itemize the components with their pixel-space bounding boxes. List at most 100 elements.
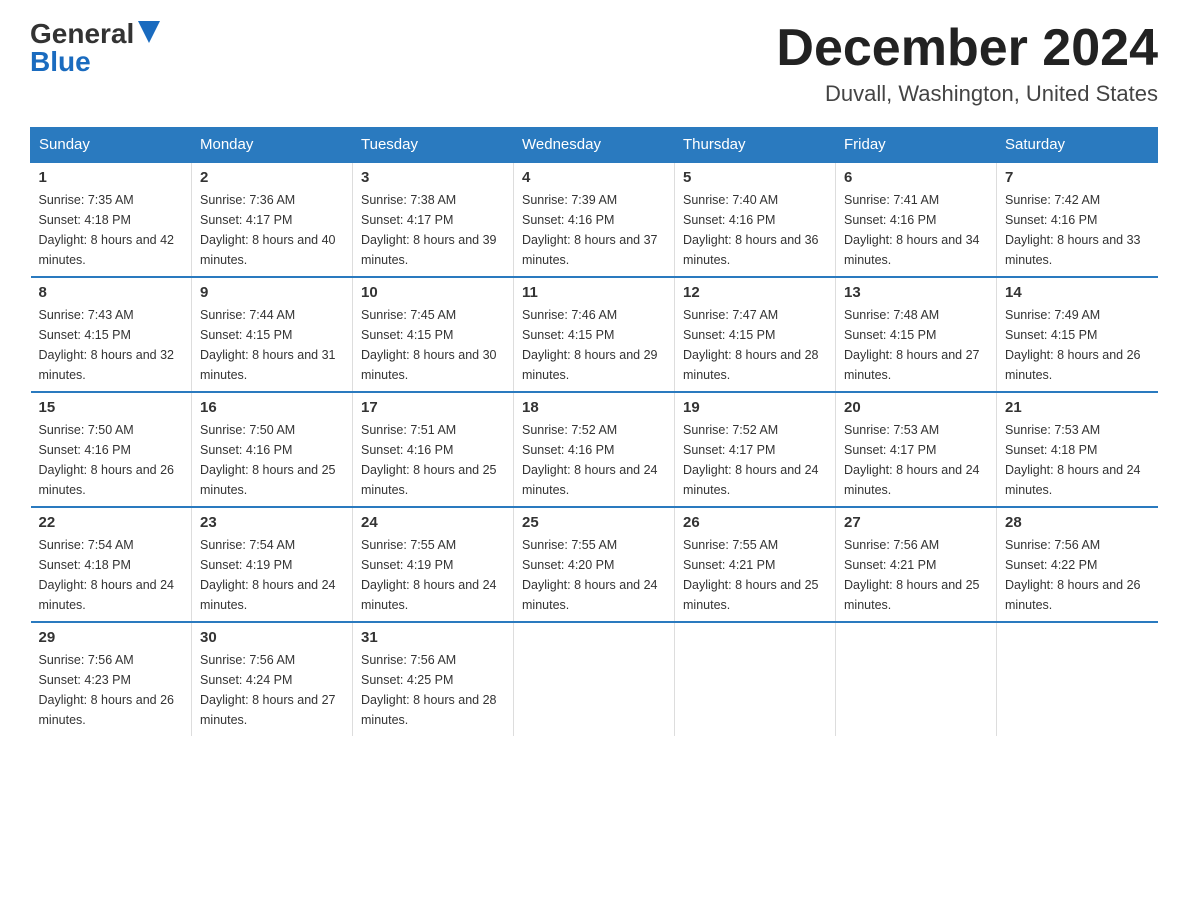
col-friday: Friday [836, 128, 997, 163]
day-info: Sunrise: 7:56 AMSunset: 4:21 PMDaylight:… [844, 538, 980, 612]
day-number: 8 [39, 284, 184, 301]
table-row: 1 Sunrise: 7:35 AMSunset: 4:18 PMDayligh… [31, 162, 192, 277]
day-info: Sunrise: 7:38 AMSunset: 4:17 PMDaylight:… [361, 193, 497, 267]
day-info: Sunrise: 7:35 AMSunset: 4:18 PMDaylight:… [39, 193, 175, 267]
table-row: 3 Sunrise: 7:38 AMSunset: 4:17 PMDayligh… [353, 162, 514, 277]
day-info: Sunrise: 7:55 AMSunset: 4:19 PMDaylight:… [361, 538, 497, 612]
day-number: 10 [361, 284, 505, 301]
table-row: 22 Sunrise: 7:54 AMSunset: 4:18 PMDaylig… [31, 507, 192, 622]
table-row: 18 Sunrise: 7:52 AMSunset: 4:16 PMDaylig… [514, 392, 675, 507]
day-number: 3 [361, 169, 505, 186]
day-info: Sunrise: 7:43 AMSunset: 4:15 PMDaylight:… [39, 308, 175, 382]
day-number: 12 [683, 284, 827, 301]
col-sunday: Sunday [31, 128, 192, 163]
table-row: 16 Sunrise: 7:50 AMSunset: 4:16 PMDaylig… [192, 392, 353, 507]
day-number: 14 [1005, 284, 1150, 301]
day-number: 30 [200, 629, 344, 646]
day-number: 26 [683, 514, 827, 531]
table-row: 19 Sunrise: 7:52 AMSunset: 4:17 PMDaylig… [675, 392, 836, 507]
table-row: 10 Sunrise: 7:45 AMSunset: 4:15 PMDaylig… [353, 277, 514, 392]
logo-general-text: General [30, 20, 134, 48]
day-number: 20 [844, 399, 988, 416]
day-number: 13 [844, 284, 988, 301]
day-number: 24 [361, 514, 505, 531]
table-row [675, 622, 836, 736]
table-row: 25 Sunrise: 7:55 AMSunset: 4:20 PMDaylig… [514, 507, 675, 622]
day-number: 7 [1005, 169, 1150, 186]
table-row: 26 Sunrise: 7:55 AMSunset: 4:21 PMDaylig… [675, 507, 836, 622]
day-info: Sunrise: 7:55 AMSunset: 4:20 PMDaylight:… [522, 538, 658, 612]
day-info: Sunrise: 7:50 AMSunset: 4:16 PMDaylight:… [39, 423, 175, 497]
day-number: 28 [1005, 514, 1150, 531]
day-info: Sunrise: 7:45 AMSunset: 4:15 PMDaylight:… [361, 308, 497, 382]
day-number: 25 [522, 514, 666, 531]
table-row: 7 Sunrise: 7:42 AMSunset: 4:16 PMDayligh… [997, 162, 1158, 277]
col-thursday: Thursday [675, 128, 836, 163]
table-row [836, 622, 997, 736]
table-row: 21 Sunrise: 7:53 AMSunset: 4:18 PMDaylig… [997, 392, 1158, 507]
day-number: 17 [361, 399, 505, 416]
day-info: Sunrise: 7:56 AMSunset: 4:23 PMDaylight:… [39, 653, 175, 727]
day-number: 2 [200, 169, 344, 186]
day-info: Sunrise: 7:55 AMSunset: 4:21 PMDaylight:… [683, 538, 819, 612]
table-row: 23 Sunrise: 7:54 AMSunset: 4:19 PMDaylig… [192, 507, 353, 622]
day-number: 31 [361, 629, 505, 646]
title-area: December 2024 Duvall, Washington, United… [776, 20, 1158, 107]
day-info: Sunrise: 7:52 AMSunset: 4:17 PMDaylight:… [683, 423, 819, 497]
day-number: 22 [39, 514, 184, 531]
day-info: Sunrise: 7:53 AMSunset: 4:18 PMDaylight:… [1005, 423, 1141, 497]
day-number: 23 [200, 514, 344, 531]
calendar-header-row: Sunday Monday Tuesday Wednesday Thursday… [31, 128, 1158, 163]
day-info: Sunrise: 7:49 AMSunset: 4:15 PMDaylight:… [1005, 308, 1141, 382]
table-row: 14 Sunrise: 7:49 AMSunset: 4:15 PMDaylig… [997, 277, 1158, 392]
day-number: 15 [39, 399, 184, 416]
day-info: Sunrise: 7:41 AMSunset: 4:16 PMDaylight:… [844, 193, 980, 267]
day-info: Sunrise: 7:48 AMSunset: 4:15 PMDaylight:… [844, 308, 980, 382]
col-wednesday: Wednesday [514, 128, 675, 163]
location-title: Duvall, Washington, United States [776, 81, 1158, 107]
day-info: Sunrise: 7:46 AMSunset: 4:15 PMDaylight:… [522, 308, 658, 382]
table-row: 2 Sunrise: 7:36 AMSunset: 4:17 PMDayligh… [192, 162, 353, 277]
day-info: Sunrise: 7:52 AMSunset: 4:16 PMDaylight:… [522, 423, 658, 497]
day-info: Sunrise: 7:40 AMSunset: 4:16 PMDaylight:… [683, 193, 819, 267]
day-info: Sunrise: 7:56 AMSunset: 4:24 PMDaylight:… [200, 653, 336, 727]
logo-triangle-icon [138, 21, 160, 43]
day-info: Sunrise: 7:44 AMSunset: 4:15 PMDaylight:… [200, 308, 336, 382]
day-number: 1 [39, 169, 184, 186]
table-row: 29 Sunrise: 7:56 AMSunset: 4:23 PMDaylig… [31, 622, 192, 736]
logo-blue-text: Blue [30, 48, 91, 76]
table-row: 6 Sunrise: 7:41 AMSunset: 4:16 PMDayligh… [836, 162, 997, 277]
day-number: 19 [683, 399, 827, 416]
table-row: 28 Sunrise: 7:56 AMSunset: 4:22 PMDaylig… [997, 507, 1158, 622]
month-title: December 2024 [776, 20, 1158, 77]
table-row: 27 Sunrise: 7:56 AMSunset: 4:21 PMDaylig… [836, 507, 997, 622]
table-row [997, 622, 1158, 736]
day-number: 5 [683, 169, 827, 186]
day-number: 6 [844, 169, 988, 186]
day-info: Sunrise: 7:39 AMSunset: 4:16 PMDaylight:… [522, 193, 658, 267]
table-row: 15 Sunrise: 7:50 AMSunset: 4:16 PMDaylig… [31, 392, 192, 507]
table-row: 9 Sunrise: 7:44 AMSunset: 4:15 PMDayligh… [192, 277, 353, 392]
table-row: 31 Sunrise: 7:56 AMSunset: 4:25 PMDaylig… [353, 622, 514, 736]
day-info: Sunrise: 7:51 AMSunset: 4:16 PMDaylight:… [361, 423, 497, 497]
col-monday: Monday [192, 128, 353, 163]
day-number: 27 [844, 514, 988, 531]
table-row [514, 622, 675, 736]
day-number: 16 [200, 399, 344, 416]
day-info: Sunrise: 7:50 AMSunset: 4:16 PMDaylight:… [200, 423, 336, 497]
day-number: 21 [1005, 399, 1150, 416]
table-row: 11 Sunrise: 7:46 AMSunset: 4:15 PMDaylig… [514, 277, 675, 392]
table-row: 20 Sunrise: 7:53 AMSunset: 4:17 PMDaylig… [836, 392, 997, 507]
col-tuesday: Tuesday [353, 128, 514, 163]
day-number: 18 [522, 399, 666, 416]
page-header: General Blue December 2024 Duvall, Washi… [30, 20, 1158, 107]
day-info: Sunrise: 7:47 AMSunset: 4:15 PMDaylight:… [683, 308, 819, 382]
table-row: 5 Sunrise: 7:40 AMSunset: 4:16 PMDayligh… [675, 162, 836, 277]
day-number: 9 [200, 284, 344, 301]
table-row: 4 Sunrise: 7:39 AMSunset: 4:16 PMDayligh… [514, 162, 675, 277]
table-row: 12 Sunrise: 7:47 AMSunset: 4:15 PMDaylig… [675, 277, 836, 392]
day-number: 11 [522, 284, 666, 301]
day-info: Sunrise: 7:54 AMSunset: 4:18 PMDaylight:… [39, 538, 175, 612]
table-row: 17 Sunrise: 7:51 AMSunset: 4:16 PMDaylig… [353, 392, 514, 507]
calendar-week-row: 29 Sunrise: 7:56 AMSunset: 4:23 PMDaylig… [31, 622, 1158, 736]
